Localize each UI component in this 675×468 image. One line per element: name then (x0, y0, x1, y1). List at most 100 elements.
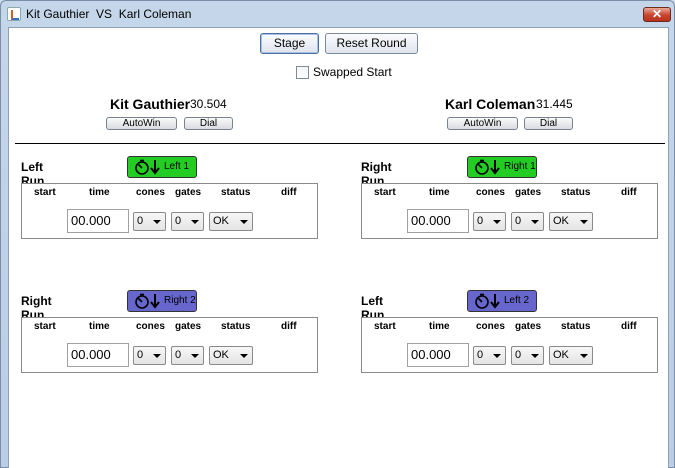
status-value: OK (213, 349, 229, 361)
right-driver-name: Karl Coleman (445, 96, 536, 112)
chevron-down-icon (240, 354, 248, 358)
gates-value: 0 (515, 215, 522, 227)
chevron-down-icon (531, 220, 539, 224)
swapped-start-label: Swapped Start (313, 65, 392, 79)
lane-label: Right 2 (164, 295, 196, 306)
column-header-time: time (89, 321, 110, 332)
gates-select[interactable]: 0 (511, 212, 544, 231)
main-panel: Stage Reset Round Swapped Start Kit Gaut… (8, 27, 669, 468)
chevron-down-icon (580, 354, 588, 358)
chevron-down-icon (191, 354, 199, 358)
chevron-down-icon (153, 354, 161, 358)
column-header-start: start (34, 321, 56, 332)
column-header-gates: gates (175, 187, 202, 198)
stopwatch-icon (475, 159, 489, 175)
column-header-cones: cones (476, 187, 505, 198)
column-header-cones: cones (476, 321, 505, 332)
right-driver-time: 31.445 (536, 97, 573, 111)
column-header-diff: diff (621, 321, 637, 332)
left-autowin-button[interactable]: AutoWin (106, 117, 177, 130)
gates-value: 0 (515, 349, 522, 361)
lane-label: Left 1 (164, 161, 190, 172)
time-input[interactable]: 00.000 (407, 209, 469, 233)
lane-badge: Right 1 (467, 156, 537, 178)
status-select[interactable]: OK (209, 346, 253, 365)
close-button[interactable]: ✕ (643, 7, 671, 22)
arrow-down-icon (490, 294, 500, 309)
gates-value: 0 (175, 215, 182, 227)
left-driver-name: Kit Gauthier (110, 96, 191, 112)
column-header-diff: diff (281, 187, 297, 198)
cones-select[interactable]: 0 (473, 346, 506, 365)
column-header-status: status (561, 321, 591, 332)
arrow-down-icon (150, 294, 160, 309)
cones-value: 0 (137, 349, 144, 361)
column-header-start: start (34, 187, 56, 198)
status-value: OK (553, 215, 569, 227)
divider (15, 143, 665, 144)
chevron-down-icon (191, 220, 199, 224)
lane-badge: Left 2 (467, 290, 537, 312)
chevron-down-icon (580, 220, 588, 224)
cones-value: 0 (137, 215, 144, 227)
column-header-gates: gates (175, 321, 202, 332)
arrow-down-icon (490, 160, 500, 175)
cones-select[interactable]: 0 (473, 212, 506, 231)
column-header-start: start (374, 321, 396, 332)
cones-value: 0 (477, 349, 484, 361)
right-autowin-button[interactable]: AutoWin (447, 117, 518, 130)
gates-value: 0 (175, 349, 182, 361)
chevron-down-icon (493, 220, 501, 224)
stopwatch-icon (135, 159, 149, 175)
lane-label: Left 2 (504, 295, 530, 306)
time-input[interactable]: 00.000 (67, 343, 129, 367)
cones-select[interactable]: 0 (133, 346, 166, 365)
chevron-down-icon (153, 220, 161, 224)
lane-badge: Right 2 (127, 290, 197, 312)
column-header-gates: gates (515, 321, 542, 332)
arrow-down-icon (150, 160, 160, 175)
column-header-cones: cones (136, 321, 165, 332)
column-header-gates: gates (515, 187, 542, 198)
column-header-status: status (221, 321, 251, 332)
gates-select[interactable]: 0 (511, 346, 544, 365)
time-input[interactable]: 00.000 (407, 343, 469, 367)
status-select[interactable]: OK (209, 212, 253, 231)
status-select[interactable]: OK (549, 346, 593, 365)
column-header-time: time (429, 321, 450, 332)
status-value: OK (553, 349, 569, 361)
chevron-down-icon (240, 220, 248, 224)
status-select[interactable]: OK (549, 212, 593, 231)
run-panel: start time cones gates status diff 00.00… (21, 317, 318, 373)
reset-round-button[interactable]: Reset Round (325, 33, 418, 54)
gates-select[interactable]: 0 (171, 346, 204, 365)
title-bar: Kit Gauthier VS Karl Coleman ✕ (1, 1, 674, 27)
stage-button[interactable]: Stage (260, 33, 319, 54)
chevron-down-icon (531, 354, 539, 358)
column-header-status: status (561, 187, 591, 198)
cones-value: 0 (477, 215, 484, 227)
column-header-diff: diff (281, 321, 297, 332)
column-header-time: time (89, 187, 110, 198)
cones-select[interactable]: 0 (133, 212, 166, 231)
swapped-start-checkbox[interactable] (296, 66, 309, 79)
run-panel: start time cones gates status diff 00.00… (361, 183, 658, 239)
column-header-cones: cones (136, 187, 165, 198)
run-panel: start time cones gates status diff 00.00… (21, 183, 318, 239)
chevron-down-icon (493, 354, 501, 358)
stopwatch-icon (135, 293, 149, 309)
left-driver-time: 30.504 (190, 97, 227, 111)
run-panel: start time cones gates status diff 00.00… (361, 317, 658, 373)
column-header-diff: diff (621, 187, 637, 198)
column-header-status: status (221, 187, 251, 198)
left-dial-button[interactable]: Dial (184, 117, 233, 130)
gates-select[interactable]: 0 (171, 212, 204, 231)
stopwatch-icon (475, 293, 489, 309)
app-window: Kit Gauthier VS Karl Coleman ✕ Stage Res… (0, 0, 675, 468)
status-value: OK (213, 215, 229, 227)
lane-badge: Left 1 (127, 156, 197, 178)
window-title: Kit Gauthier VS Karl Coleman (26, 7, 192, 21)
right-dial-button[interactable]: Dial (524, 117, 573, 130)
java-app-icon (7, 7, 21, 21)
time-input[interactable]: 00.000 (67, 209, 129, 233)
